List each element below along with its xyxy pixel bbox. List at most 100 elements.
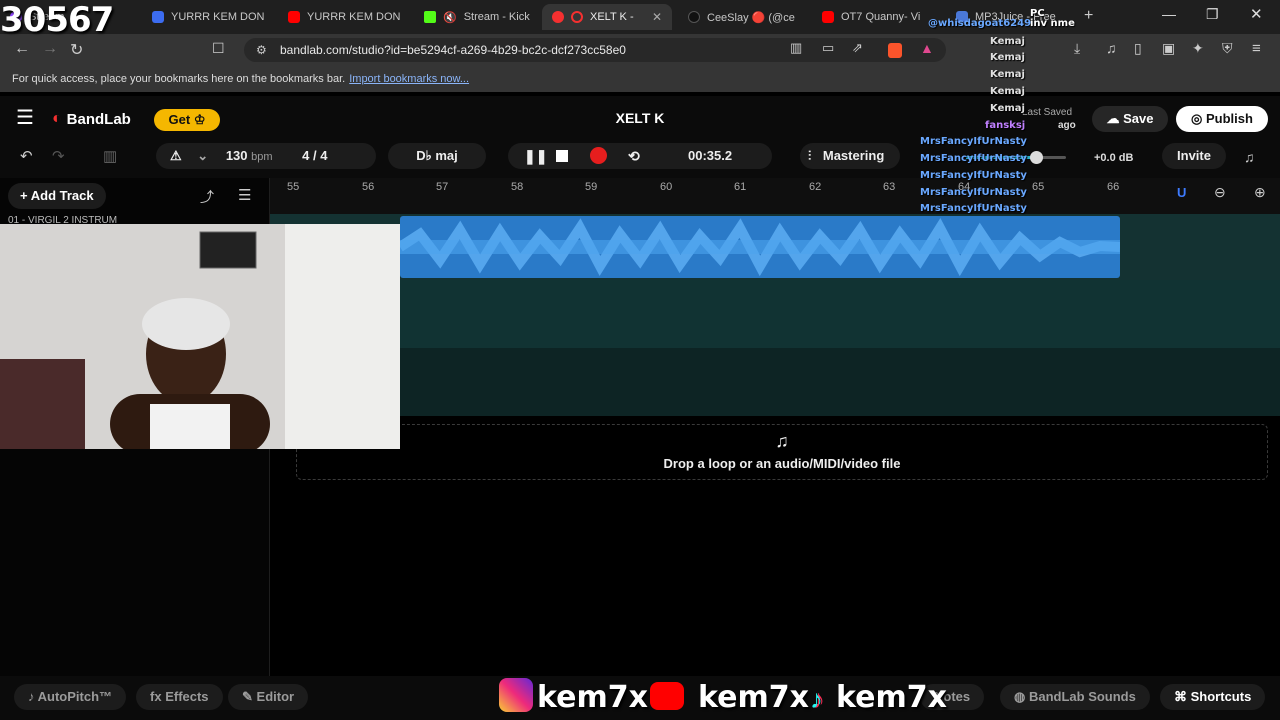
- new-tab-icon[interactable]: +: [1084, 7, 1093, 25]
- tiktok-handle: kem7x: [836, 680, 947, 715]
- bandlab-logo[interactable]: ◐ BandLab: [52, 110, 131, 128]
- add-track-label: Add Track: [30, 188, 94, 203]
- downloads-icon[interactable]: ⤓: [1074, 40, 1080, 57]
- back-icon[interactable]: ←: [14, 40, 30, 58]
- tab-label: OT7 Quanny- Vi: [841, 11, 921, 23]
- browser-tab[interactable]: YURRR KEM DON: [278, 4, 412, 30]
- time-signature[interactable]: 4 / 4: [302, 148, 327, 163]
- browser-tab[interactable]: 🔇 Stream - Kick: [414, 4, 548, 30]
- close-tab-icon[interactable]: ✕: [652, 10, 662, 24]
- ruler-tick: 63: [883, 181, 896, 193]
- zoom-in-icon[interactable]: ⊕: [1254, 184, 1266, 201]
- timeline-ruler[interactable]: 55 56 57 58 59 60 61 62 63 64 65 66 U ⊖ …: [270, 178, 1280, 214]
- globe-icon: ◎: [1191, 111, 1203, 126]
- browser-tab-bar: Stream YURRR KEM DON YURRR KEM DON 🔇 Stre…: [0, 0, 1280, 34]
- chat-username: Kemaj: [990, 86, 1025, 97]
- reload-icon[interactable]: ↻: [70, 40, 83, 60]
- notification-bell-icon[interactable]: ♫: [1244, 149, 1255, 165]
- url-text: bandlab.com/studio?id=be5294cf-a269-4b29…: [280, 43, 626, 57]
- chat-username: MrsFancyIfUrNasty: [920, 153, 1027, 164]
- ruler-tick: 61: [734, 181, 747, 193]
- piano-icon[interactable]: ▥: [103, 147, 117, 165]
- stream-counter: 30567: [0, 0, 114, 40]
- chat-username: Kemaj: [990, 36, 1025, 47]
- time-display: 00:35.2: [688, 148, 733, 163]
- track-settings-icon[interactable]: ☰: [238, 186, 251, 204]
- volume-knob[interactable]: [1030, 151, 1043, 164]
- minimize-icon[interactable]: —: [1162, 6, 1176, 22]
- wallet-icon[interactable]: ▣: [1162, 40, 1175, 57]
- equalizer-icon: ⫶: [808, 148, 812, 163]
- chat-username: MrsFancyIfUrNasty: [920, 187, 1027, 198]
- menu-icon[interactable]: ≡: [1252, 40, 1261, 57]
- get-label: Get: [168, 112, 191, 127]
- browser-tab[interactable]: OT7 Quanny- Vi: [812, 4, 946, 30]
- autopitch-button[interactable]: ♪ AutoPitch™: [14, 684, 127, 710]
- leo-icon[interactable]: ✦: [1192, 40, 1204, 57]
- youtube-icon: [822, 11, 834, 23]
- tempo-controls: ⚠ ⌄ 130 bpm 4 / 4: [156, 143, 376, 169]
- url-field[interactable]: ⚙ bandlab.com/studio?id=be5294cf-a269-4b…: [244, 38, 946, 62]
- shortcuts-button[interactable]: ⌘ Shortcuts: [1160, 684, 1266, 710]
- brave-shield-icon[interactable]: [888, 43, 902, 58]
- stop-icon[interactable]: [556, 150, 568, 162]
- invite-button[interactable]: Invite: [1162, 143, 1226, 169]
- add-track-button[interactable]: + Add Track: [8, 183, 106, 209]
- music-icon[interactable]: ♫: [1106, 40, 1117, 56]
- webcam-image: [0, 224, 400, 449]
- sounds-label: BandLab Sounds: [1028, 689, 1136, 704]
- autopitch-icon: ♪: [28, 689, 35, 704]
- undo-icon[interactable]: ↶: [20, 147, 33, 165]
- browser-tab-active[interactable]: XELT K - ✕: [542, 4, 672, 30]
- bookmark-icon[interactable]: ☐: [212, 40, 225, 57]
- rewards-icon[interactable]: ▲: [920, 40, 934, 56]
- pause-icon[interactable]: ❚❚: [524, 143, 547, 169]
- metronome-icon[interactable]: ⚠: [170, 148, 182, 163]
- publish-button[interactable]: ◎ Publish: [1176, 106, 1268, 132]
- forward-icon[interactable]: →: [42, 40, 58, 58]
- record-icon[interactable]: [590, 147, 607, 164]
- cast-icon[interactable]: ▭: [822, 40, 834, 56]
- bandlab-sounds-button[interactable]: ◍ BandLab Sounds: [1000, 684, 1150, 710]
- chat-username: fansksj: [985, 120, 1026, 131]
- chat-username: Kemaj: [990, 103, 1025, 114]
- save-button[interactable]: ☁ Save: [1092, 106, 1168, 132]
- project-title[interactable]: XELT K: [560, 110, 720, 126]
- maximize-icon[interactable]: ❐: [1206, 6, 1219, 23]
- share-icon[interactable]: ⇗: [852, 40, 863, 56]
- ruler-tick: 58: [511, 181, 524, 193]
- effects-button[interactable]: fx Effects: [136, 684, 223, 710]
- zoom-out-icon[interactable]: ⊖: [1214, 184, 1226, 201]
- editor-button[interactable]: ✎ Editor: [228, 684, 309, 710]
- get-membership-button[interactable]: Get ♔: [154, 109, 220, 131]
- snap-magnet-icon[interactable]: U: [1177, 185, 1186, 200]
- tiktok-icon: ♪: [810, 684, 823, 714]
- youtube-icon: [288, 11, 300, 23]
- mastering-button[interactable]: ⫶ Mastering: [800, 143, 900, 169]
- automation-icon[interactable]: ⤴: [200, 187, 214, 207]
- redo-icon[interactable]: ↷: [52, 147, 65, 165]
- kick-icon: [424, 11, 436, 23]
- tempo-value[interactable]: 130: [226, 148, 248, 163]
- sidebar-icon[interactable]: ▯: [1134, 40, 1142, 57]
- audio-clip[interactable]: [400, 216, 1120, 278]
- reader-icon[interactable]: ▥: [790, 40, 802, 56]
- loop-icon[interactable]: ⟲: [628, 143, 640, 169]
- chevron-down-icon[interactable]: ⌄: [197, 148, 208, 163]
- browser-tab[interactable]: YURRR KEM DON: [142, 4, 276, 30]
- browser-tab[interactable]: CeeSlay 🔴 (@ce: [678, 4, 812, 30]
- tab-favicon-icon: [152, 11, 164, 23]
- track-lane-2[interactable]: [270, 280, 1280, 348]
- import-bookmarks-link[interactable]: Import bookmarks now...: [349, 73, 469, 85]
- vpn-icon[interactable]: ⛨: [1222, 40, 1233, 57]
- save-label: Save: [1123, 111, 1154, 126]
- site-settings-icon[interactable]: ⚙: [256, 38, 267, 62]
- drop-zone[interactable]: ♫ Drop a loop or an audio/MIDI/video fil…: [296, 424, 1268, 480]
- close-window-icon[interactable]: ✕: [1250, 5, 1263, 23]
- key-selector[interactable]: D♭ maj: [388, 143, 486, 169]
- track-lane-3[interactable]: [270, 348, 1280, 416]
- chat-header-user: @whisdagoat6249: [928, 18, 1032, 29]
- ruler-tick: 59: [585, 181, 598, 193]
- last-saved-label: Last Saved: [1022, 107, 1073, 118]
- hamburger-menu-icon[interactable]: ☰: [16, 108, 34, 128]
